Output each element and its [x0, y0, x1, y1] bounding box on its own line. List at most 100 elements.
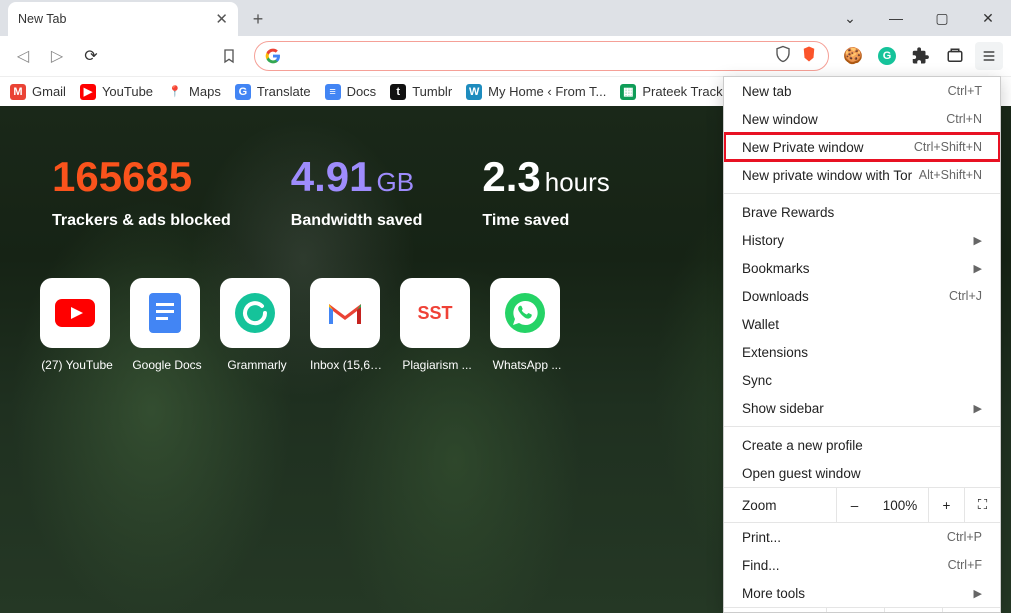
menu-item[interactable]: Wallet	[724, 310, 1000, 338]
bookmark-label: My Home ‹ From T...	[488, 84, 606, 99]
submenu-arrow-icon: ▶	[974, 262, 982, 275]
bookmark-label: Maps	[189, 84, 221, 99]
bookmark-label: Docs	[347, 84, 377, 99]
tile-label: Google Docs	[130, 358, 204, 372]
favicon: G	[235, 84, 251, 100]
extensions-puzzle-icon[interactable]	[907, 42, 935, 70]
stat-value: 4.91	[291, 153, 373, 200]
copy-button[interactable]: Copy	[884, 608, 942, 613]
extension-area: 🍪 G	[839, 42, 1003, 70]
bookmark-item[interactable]: ▦Prateek Track	[620, 84, 722, 100]
top-site-tile[interactable]: SSTPlagiarism ...	[400, 278, 474, 372]
menu-label: New Private window	[742, 140, 864, 155]
shield-icon[interactable]	[774, 45, 792, 68]
menu-label: History	[742, 233, 784, 248]
menu-shortcut: Ctrl+N	[946, 112, 982, 126]
grammarly-extension-icon[interactable]: G	[873, 42, 901, 70]
menu-item[interactable]: History ▶	[724, 226, 1000, 254]
menu-item[interactable]: Show sidebar▶	[724, 394, 1000, 422]
menu-item[interactable]: Open guest window	[724, 459, 1000, 487]
favicon: t	[390, 84, 406, 100]
menu-separator	[724, 426, 1000, 427]
back-button[interactable]: ◁	[8, 41, 38, 71]
menu-label: Find...	[742, 558, 780, 573]
bookmark-item[interactable]: G Translate	[235, 84, 311, 100]
menu-item[interactable]: Print...Ctrl+P	[724, 523, 1000, 551]
address-bar[interactable]	[254, 41, 829, 71]
bookmark-item[interactable]: ≡Docs	[325, 84, 377, 100]
zoom-out-button[interactable]: –	[836, 488, 872, 522]
menu-label: Extensions	[742, 345, 808, 360]
bookmark-item[interactable]: ▶ YouTube	[80, 84, 153, 100]
favicon: 📍	[167, 84, 183, 100]
fullscreen-button[interactable]: ⛶	[964, 488, 1000, 522]
top-site-tile[interactable]: (27) YouTube	[40, 278, 114, 372]
tab-title: New Tab	[18, 12, 66, 26]
menu-label: Downloads	[742, 289, 809, 304]
menu-shortcut: Ctrl+F	[948, 558, 982, 572]
menu-item[interactable]: New Private window Ctrl+Shift+N	[724, 133, 1000, 161]
menu-item[interactable]: Bookmarks ▶	[724, 254, 1000, 282]
reload-button[interactable]: ⟳	[76, 41, 106, 71]
stat-value: 165685	[52, 156, 231, 198]
menu-item[interactable]: New tabCtrl+T	[724, 77, 1000, 105]
zoom-in-button[interactable]: +	[928, 488, 964, 522]
stat-trackers: 165685 Trackers & ads blocked	[52, 156, 231, 230]
minimize-button[interactable]: —	[873, 0, 919, 36]
tile-label: Plagiarism ...	[400, 358, 474, 372]
menu-label: Show sidebar	[742, 401, 824, 416]
menu-item[interactable]: New private window with TorAlt+Shift+N	[724, 161, 1000, 189]
tile-icon	[40, 278, 110, 348]
menu-shortcut: Ctrl+Shift+N	[914, 140, 982, 154]
new-tab-button[interactable]: +	[244, 5, 272, 33]
bookmark-item[interactable]: tTumblr	[390, 84, 452, 100]
menu-item[interactable]: Extensions	[724, 338, 1000, 366]
tile-label: Grammarly	[220, 358, 294, 372]
menu-item[interactable]: Brave Rewards	[724, 198, 1000, 226]
tile-label: Inbox (15,666)	[310, 358, 384, 372]
hamburger-menu-button[interactable]	[975, 42, 1003, 70]
favicon: ▶	[80, 84, 96, 100]
tile-icon	[130, 278, 200, 348]
menu-label: Sync	[742, 373, 772, 388]
tile-icon	[490, 278, 560, 348]
top-site-tile[interactable]: Grammarly	[220, 278, 294, 372]
cookie-extension-icon[interactable]: 🍪	[839, 42, 867, 70]
window-chevron-icon[interactable]: ⌄	[827, 0, 873, 36]
favicon: M	[10, 84, 26, 100]
close-tab-icon[interactable]: ✕	[215, 10, 228, 28]
bookmark-label: Translate	[257, 84, 311, 99]
maximize-button[interactable]: ▢	[919, 0, 965, 36]
toolbar: ◁ ▷ ⟳ 🍪 G	[0, 36, 1011, 76]
menu-label: Bookmarks	[742, 261, 810, 276]
paste-button[interactable]: Paste	[942, 608, 1000, 613]
top-site-tile[interactable]: Inbox (15,666)	[310, 278, 384, 372]
wallet-icon[interactable]	[941, 42, 969, 70]
top-site-tile[interactable]: Google Docs	[130, 278, 204, 372]
menu-item[interactable]: Sync	[724, 366, 1000, 394]
bookmark-item[interactable]: WMy Home ‹ From T...	[466, 84, 606, 100]
brave-shields-icon[interactable]	[800, 45, 818, 68]
omnibox-input[interactable]	[289, 48, 774, 64]
menu-item[interactable]: DownloadsCtrl+J	[724, 282, 1000, 310]
bookmark-label: YouTube	[102, 84, 153, 99]
forward-button[interactable]: ▷	[42, 41, 72, 71]
submenu-arrow-icon: ▶	[974, 234, 982, 247]
menu-label: Print...	[742, 530, 781, 545]
cut-button[interactable]: Cut	[826, 608, 884, 613]
bookmark-icon[interactable]	[214, 41, 244, 71]
title-bar: New Tab ✕ + ⌄ — ▢ ✕	[0, 0, 1011, 36]
bookmark-item[interactable]: MGmail	[10, 84, 66, 100]
top-site-tile[interactable]: WhatsApp ...	[490, 278, 564, 372]
menu-item[interactable]: Create a new profile	[724, 431, 1000, 459]
stat-unit: hours	[545, 167, 610, 197]
zoom-row: Zoom – 100% + ⛶	[724, 487, 1000, 523]
edit-label: Edit	[724, 608, 826, 613]
menu-item[interactable]: More tools▶	[724, 579, 1000, 607]
menu-label: Brave Rewards	[742, 205, 834, 220]
browser-tab[interactable]: New Tab ✕	[8, 2, 238, 36]
bookmark-item[interactable]: 📍 Maps	[167, 84, 221, 100]
menu-item[interactable]: Find... Ctrl+F	[724, 551, 1000, 579]
menu-item[interactable]: New windowCtrl+N	[724, 105, 1000, 133]
close-window-button[interactable]: ✕	[965, 0, 1011, 36]
